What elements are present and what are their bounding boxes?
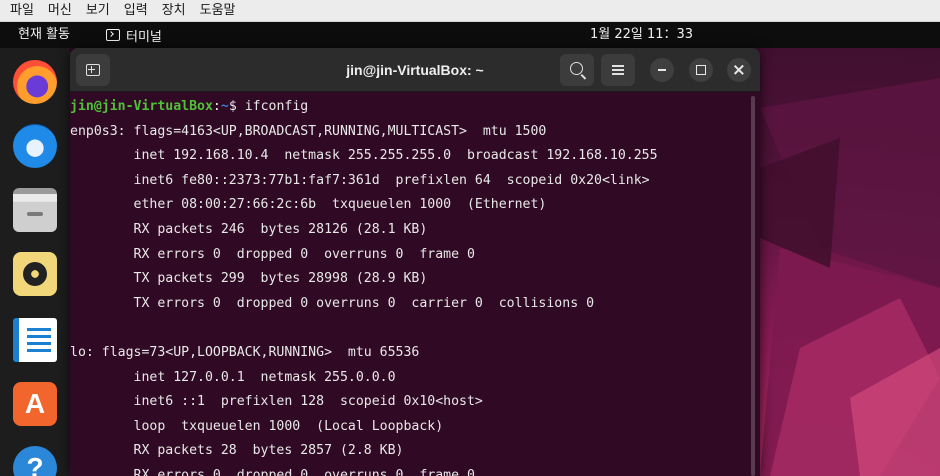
dock-item-thunderbird[interactable]	[11, 122, 59, 170]
help-icon: ?	[13, 446, 57, 476]
desktop-screen: 파일 머신 보기 입력 장치 도움말 현재 활동 터미널 1월 22일 11：3…	[0, 0, 940, 476]
menu-button[interactable]	[601, 54, 635, 86]
prompt-symbol: $	[228, 99, 245, 114]
prompt-line: jin@jin-VirtualBox:~$ ifconfig	[70, 95, 760, 120]
prompt-separator: :	[212, 99, 221, 114]
dock-item-rhythmbox[interactable]	[11, 250, 59, 298]
minimize-button[interactable]	[650, 58, 674, 82]
menu-input[interactable]: 입력	[117, 0, 155, 22]
search-icon	[570, 62, 583, 75]
dock-item-writer[interactable]	[11, 316, 59, 364]
writer-icon	[13, 318, 57, 362]
hamburger-icon	[612, 65, 624, 67]
output-line: RX packets 28 bytes 2857 (2.8 KB)	[70, 443, 404, 459]
prompt-path: ~	[220, 99, 229, 114]
prompt-command: ifconfig	[244, 99, 309, 114]
output-line: loop txqueuelen 1000 (Local Loopback)	[70, 418, 444, 434]
menu-machine[interactable]: 머신	[41, 0, 79, 22]
output-line: RX errors 0 dropped 0 overruns 0 frame 0	[70, 246, 475, 262]
thunderbird-icon	[13, 124, 57, 168]
menu-devices[interactable]: 장치	[155, 0, 193, 22]
terminal-scrollbar[interactable]	[751, 96, 755, 476]
dock-item-help[interactable]: ?	[11, 444, 59, 476]
menu-help[interactable]: 도움말	[193, 0, 243, 22]
search-button[interactable]	[560, 54, 594, 86]
output-line: RX packets 246 bytes 28126 (28.1 KB)	[70, 221, 428, 237]
maximize-button[interactable]	[689, 58, 713, 82]
terminal-window[interactable]: jin@jin-VirtualBox: ~ jin@jin-VirtualBox…	[70, 48, 760, 476]
minimize-icon	[658, 69, 666, 71]
close-button[interactable]	[727, 58, 751, 82]
output-line: ether 08:00:27:66:2c:6b txqueuelen 1000 …	[70, 197, 547, 213]
close-icon	[734, 65, 744, 75]
output-line: TX errors 0 dropped 0 overruns 0 carrier…	[70, 295, 595, 311]
maximize-icon	[696, 65, 706, 75]
firefox-icon	[13, 60, 57, 104]
activities-button[interactable]: 현재 활동	[18, 22, 70, 48]
output-line: inet 127.0.0.1 netmask 255.0.0.0	[70, 369, 396, 385]
terminal-headerbar[interactable]: jin@jin-VirtualBox: ~	[70, 48, 760, 92]
rhythmbox-icon	[13, 252, 57, 296]
dock-item-firefox[interactable]	[11, 58, 59, 106]
top-bar: 현재 활동 터미널 1월 22일 11：33	[0, 22, 940, 48]
clock[interactable]: 1월 22일 11：33	[590, 22, 693, 48]
terminal-icon	[106, 29, 120, 41]
prompt-user: jin@jin-VirtualBox	[70, 99, 213, 114]
files-icon	[13, 188, 57, 232]
output-line: lo: flags=73<UP,LOOPBACK,RUNNING> mtu 65…	[70, 344, 420, 360]
output-line: RX errors 0 dropped 0 overruns 0 frame 0	[70, 467, 475, 476]
menu-file[interactable]: 파일	[0, 0, 41, 22]
dock-item-software[interactable]: A	[11, 380, 59, 428]
menu-view[interactable]: 보기	[79, 0, 117, 22]
app-menu[interactable]: 터미널	[106, 22, 162, 48]
output-line: inet 192.168.10.4 netmask 255.255.255.0 …	[70, 148, 658, 164]
terminal-output[interactable]: jin@jin-VirtualBox:~$ ifconfig enp0s3: f…	[70, 95, 760, 476]
output-line: inet6 fe80::2373:77b1:faf7:361d prefixle…	[70, 172, 650, 188]
output-line: inet6 ::1 prefixlen 128 scopeid 0x10<hos…	[70, 394, 483, 410]
output-line: TX packets 299 bytes 28998 (28.9 KB)	[70, 271, 428, 287]
app-menu-label: 터미널	[126, 29, 162, 45]
dock: A ?	[0, 48, 70, 476]
vbox-menu-bar: 파일 머신 보기 입력 장치 도움말	[0, 0, 940, 22]
software-icon: A	[13, 382, 57, 426]
output-line: enp0s3: flags=4163<UP,BROADCAST,RUNNING,…	[70, 123, 547, 139]
dock-item-files[interactable]	[11, 186, 59, 234]
